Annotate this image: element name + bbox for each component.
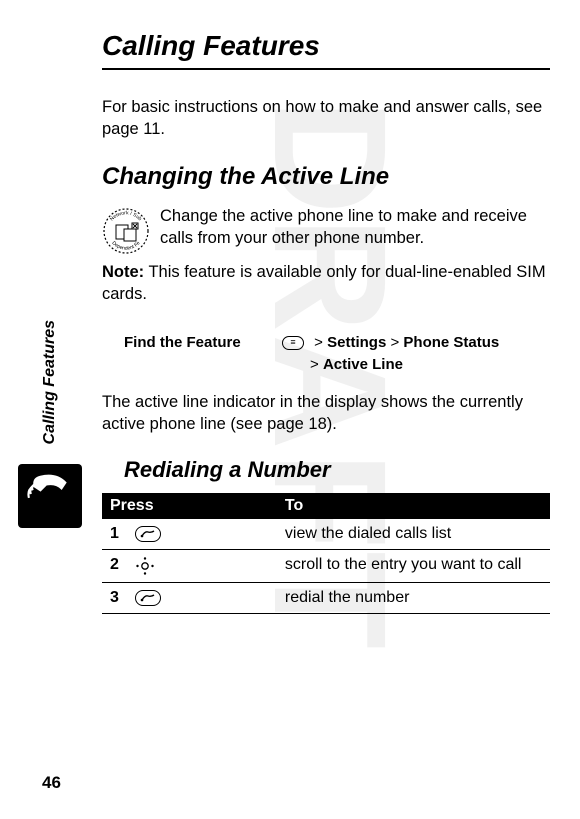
find-the-feature: Find the Feature ≡ > Settings > Phone St… <box>124 332 550 377</box>
section-changing-active-line: Changing the Active Line <box>102 163 550 191</box>
col-to: To <box>277 493 550 519</box>
nav-key-icon <box>135 556 155 576</box>
col-press: Press <box>102 493 277 519</box>
send-key-icon <box>135 590 161 606</box>
section-redialing: Redialing a Number <box>124 457 550 483</box>
chapter-title: Calling Features <box>102 30 550 70</box>
note-label: Note: <box>102 263 144 281</box>
network-feature-icon: Network / Subscription Dependent Feature <box>102 207 150 255</box>
intro-paragraph: For basic instructions on how to make an… <box>102 96 550 141</box>
page-number: 46 <box>42 773 61 793</box>
change-line-paragraph: Change the active phone line to make and… <box>102 205 550 250</box>
table-row: 3 redial the number <box>102 583 550 614</box>
side-margin: Calling Features <box>18 320 82 528</box>
side-section-label: Calling Features <box>41 320 59 444</box>
find-feature-path: ≡ > Settings > Phone Status > Active Lin… <box>282 332 550 377</box>
table-row: 1 view the dialed calls list <box>102 519 550 550</box>
redial-steps-table: Press To 1 view the dialed calls list 2 <box>102 493 550 614</box>
table-row: 2 scroll to the entry you w <box>102 550 550 583</box>
find-feature-label: Find the Feature <box>124 332 264 377</box>
active-line-outro: The active line indicator in the display… <box>102 391 550 436</box>
svg-text:Network / Subscription: Network / Subscription <box>102 207 143 222</box>
note-text: This feature is available only for dual-… <box>102 263 546 303</box>
send-key-icon <box>135 526 161 542</box>
menu-key-icon: ≡ <box>282 336 304 350</box>
phone-handset-icon <box>18 464 82 528</box>
note-paragraph: Note: This feature is available only for… <box>102 261 550 306</box>
